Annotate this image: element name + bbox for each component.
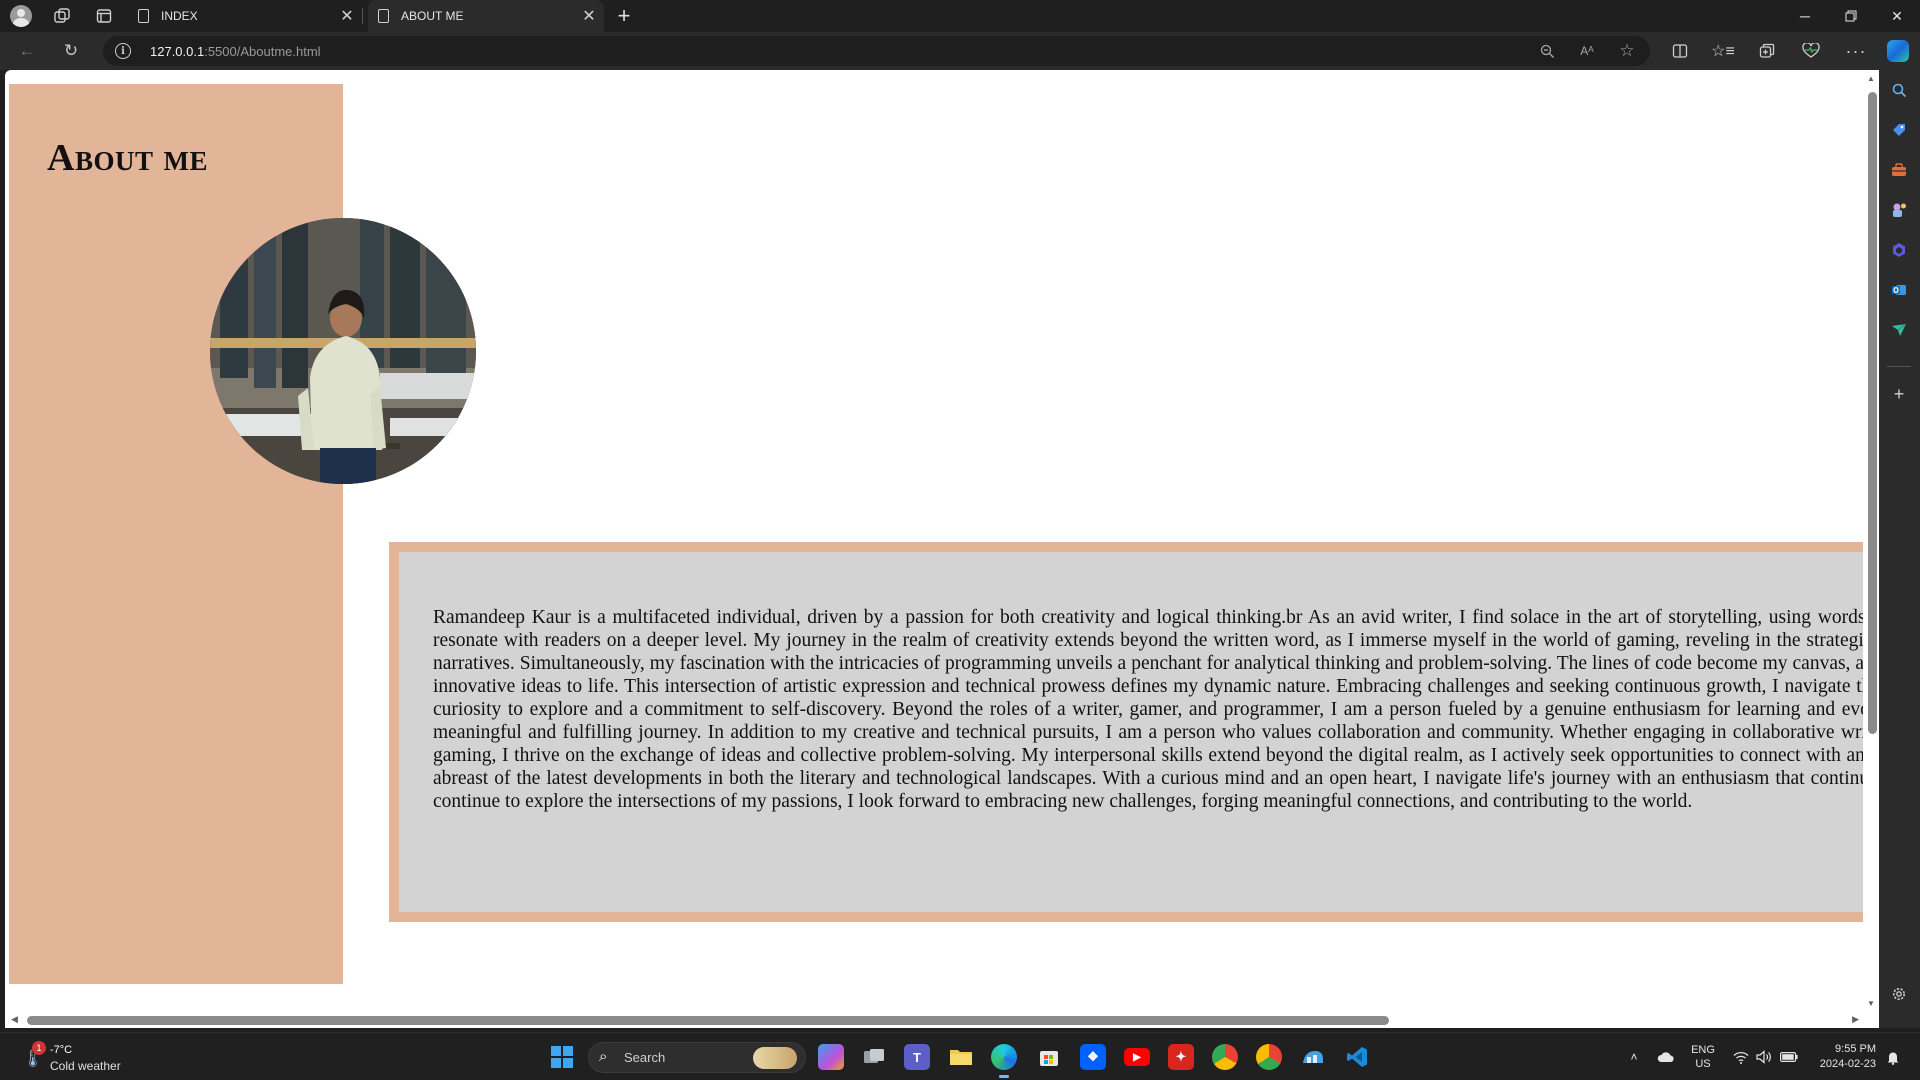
horizontal-scrollbar[interactable]: ◀ ▶ xyxy=(5,1012,1879,1028)
scroll-up-icon[interactable]: ▲ xyxy=(1866,74,1876,83)
zoom-out-icon[interactable] xyxy=(1536,40,1558,62)
edge-browser-icon[interactable] xyxy=(988,1041,1020,1078)
outlook-icon[interactable] xyxy=(1888,279,1910,301)
back-arrow-icon[interactable]: ← xyxy=(13,37,41,65)
clock[interactable]: 9:55 PM 2024-02-23 xyxy=(1806,1041,1876,1073)
microsoft-365-icon[interactable] xyxy=(1888,239,1910,261)
scroll-left-icon[interactable]: ◀ xyxy=(11,1014,18,1025)
profile-photo xyxy=(210,218,476,484)
page-icon xyxy=(378,9,389,23)
close-window-icon[interactable]: ✕ xyxy=(1874,0,1920,32)
tab-actions-icon[interactable] xyxy=(92,4,116,28)
chrome-profile-icon[interactable] xyxy=(1209,1041,1241,1073)
weather-desc: Cold weather xyxy=(50,1059,121,1073)
taskbar-search[interactable]: ⌕ Search xyxy=(588,1042,806,1073)
site-info-icon[interactable]: i xyxy=(115,43,131,59)
chrome-icon[interactable] xyxy=(1253,1041,1285,1073)
profile-avatar-icon[interactable] xyxy=(9,4,33,28)
drop-icon[interactable] xyxy=(1888,319,1910,341)
address-bar[interactable]: i 127.0.0.1:5500/Aboutme.html Aᴬ ☆ xyxy=(103,36,1650,66)
bio-box-border: Ramandeep Kaur is a multifaceted individ… xyxy=(389,542,1869,922)
close-tab-icon[interactable]: ✕ xyxy=(578,5,600,27)
browser-toolbar: ← ↻ i 127.0.0.1:5500/Aboutme.html Aᴬ ☆ ☆… xyxy=(0,32,1920,70)
favorites-icon[interactable]: ☆≡ xyxy=(1709,37,1737,65)
restore-icon[interactable] xyxy=(1828,0,1874,32)
search-icon[interactable] xyxy=(1888,79,1910,101)
minimize-icon[interactable]: ─ xyxy=(1782,0,1828,32)
search-icon: ⌕ xyxy=(599,1048,608,1065)
dropbox-icon[interactable]: ❖ xyxy=(1077,1041,1109,1073)
show-hidden-icons-icon[interactable]: ˄ xyxy=(1622,1041,1646,1073)
browser-title-bar: INDEX ✕ ABOUT ME ✕ + ─ ✕ xyxy=(0,0,1920,32)
vertical-scroll-thumb[interactable] xyxy=(1868,92,1877,734)
add-icon[interactable]: + xyxy=(1888,383,1910,405)
tab-label: ABOUT ME xyxy=(401,9,464,23)
url-path: :5500/Aboutme.html xyxy=(204,44,321,59)
sidebar-divider xyxy=(1887,366,1911,367)
battery-icon[interactable] xyxy=(1777,1041,1801,1073)
search-placeholder: Search xyxy=(624,1050,666,1065)
tab-index[interactable]: INDEX ✕ xyxy=(128,0,362,32)
url-text[interactable]: 127.0.0.1:5500/Aboutme.html xyxy=(150,44,321,59)
clock-time: 9:55 PM xyxy=(1835,1043,1876,1055)
acrobat-icon[interactable]: ✦ xyxy=(1165,1041,1197,1073)
search-highlight-icon xyxy=(753,1047,797,1069)
store-icon[interactable] xyxy=(1033,1041,1065,1073)
copilot-app-icon[interactable] xyxy=(815,1041,847,1073)
new-tab-icon[interactable]: + xyxy=(612,3,636,28)
wifi-icon[interactable] xyxy=(1730,1041,1752,1073)
horizontal-scroll-thumb[interactable] xyxy=(27,1016,1389,1025)
tools-icon[interactable] xyxy=(1888,159,1910,181)
weather-widget[interactable]: 🌡 1 -7°C Cold weather xyxy=(18,1041,138,1075)
bio-box: Ramandeep Kaur is a multifaceted individ… xyxy=(399,552,1869,912)
teams-icon[interactable]: T xyxy=(901,1041,933,1073)
workspaces-icon[interactable] xyxy=(50,4,74,28)
windows-taskbar: 🌡 1 -7°C Cold weather ⌕ Search T ❖ ▶ ✦ ˄… xyxy=(0,1032,1920,1080)
tab-about-me[interactable]: ABOUT ME ✕ xyxy=(368,0,604,32)
scroll-right-icon[interactable]: ▶ xyxy=(1852,1014,1859,1025)
language-indicator[interactable]: ENG US xyxy=(1686,1041,1720,1073)
file-explorer-icon[interactable] xyxy=(945,1041,977,1073)
weather-temp: -7°C xyxy=(50,1044,73,1056)
tab-label: INDEX xyxy=(161,9,198,23)
volume-icon[interactable] xyxy=(1753,1041,1775,1073)
clock-date: 2024-02-23 xyxy=(1819,1058,1876,1070)
reload-icon[interactable]: ↻ xyxy=(57,37,85,65)
vertical-scrollbar[interactable]: ▲ ▼ xyxy=(1863,70,1879,1012)
games-icon[interactable] xyxy=(1888,199,1910,221)
page-title: About me xyxy=(47,137,208,179)
url-host: 127.0.0.1 xyxy=(150,44,205,59)
copilot-icon[interactable] xyxy=(1883,36,1913,66)
scroll-down-icon[interactable]: ▼ xyxy=(1866,999,1876,1008)
edge-sidebar: + xyxy=(1879,70,1920,1028)
favorite-star-icon[interactable]: ☆ xyxy=(1616,40,1638,62)
onedrive-icon[interactable] xyxy=(1653,1041,1679,1073)
active-indicator xyxy=(999,1075,1009,1078)
bio-paragraph: Ramandeep Kaur is a multifaceted individ… xyxy=(433,607,1869,812)
windows-logo-icon xyxy=(551,1046,573,1068)
shopping-icon[interactable] xyxy=(1888,119,1910,141)
language-code: ENG xyxy=(1691,1044,1715,1056)
left-panel: About me xyxy=(9,84,343,984)
azure-data-studio-icon[interactable] xyxy=(1297,1041,1329,1073)
task-view-icon[interactable] xyxy=(858,1041,890,1073)
collections-icon[interactable] xyxy=(1753,37,1781,65)
notification-badge: 1 xyxy=(32,1041,46,1055)
more-icon[interactable]: ··· xyxy=(1842,37,1870,65)
page-icon xyxy=(138,9,149,23)
vscode-icon[interactable] xyxy=(1341,1041,1373,1073)
page-viewport: About me Ramandeep Kaur is a multifacete… xyxy=(5,70,1879,1028)
split-screen-icon[interactable] xyxy=(1666,37,1694,65)
notifications-bell-icon[interactable] xyxy=(1882,1041,1904,1073)
region-code: US xyxy=(1695,1058,1711,1070)
start-button[interactable] xyxy=(546,1041,578,1073)
close-tab-icon[interactable]: ✕ xyxy=(336,5,358,27)
settings-icon[interactable] xyxy=(1888,983,1910,1005)
read-aloud-icon[interactable]: Aᴬ xyxy=(1576,40,1598,62)
tab-separator xyxy=(362,8,363,24)
browser-essentials-icon[interactable] xyxy=(1797,37,1825,65)
youtube-icon[interactable]: ▶ xyxy=(1121,1041,1153,1073)
